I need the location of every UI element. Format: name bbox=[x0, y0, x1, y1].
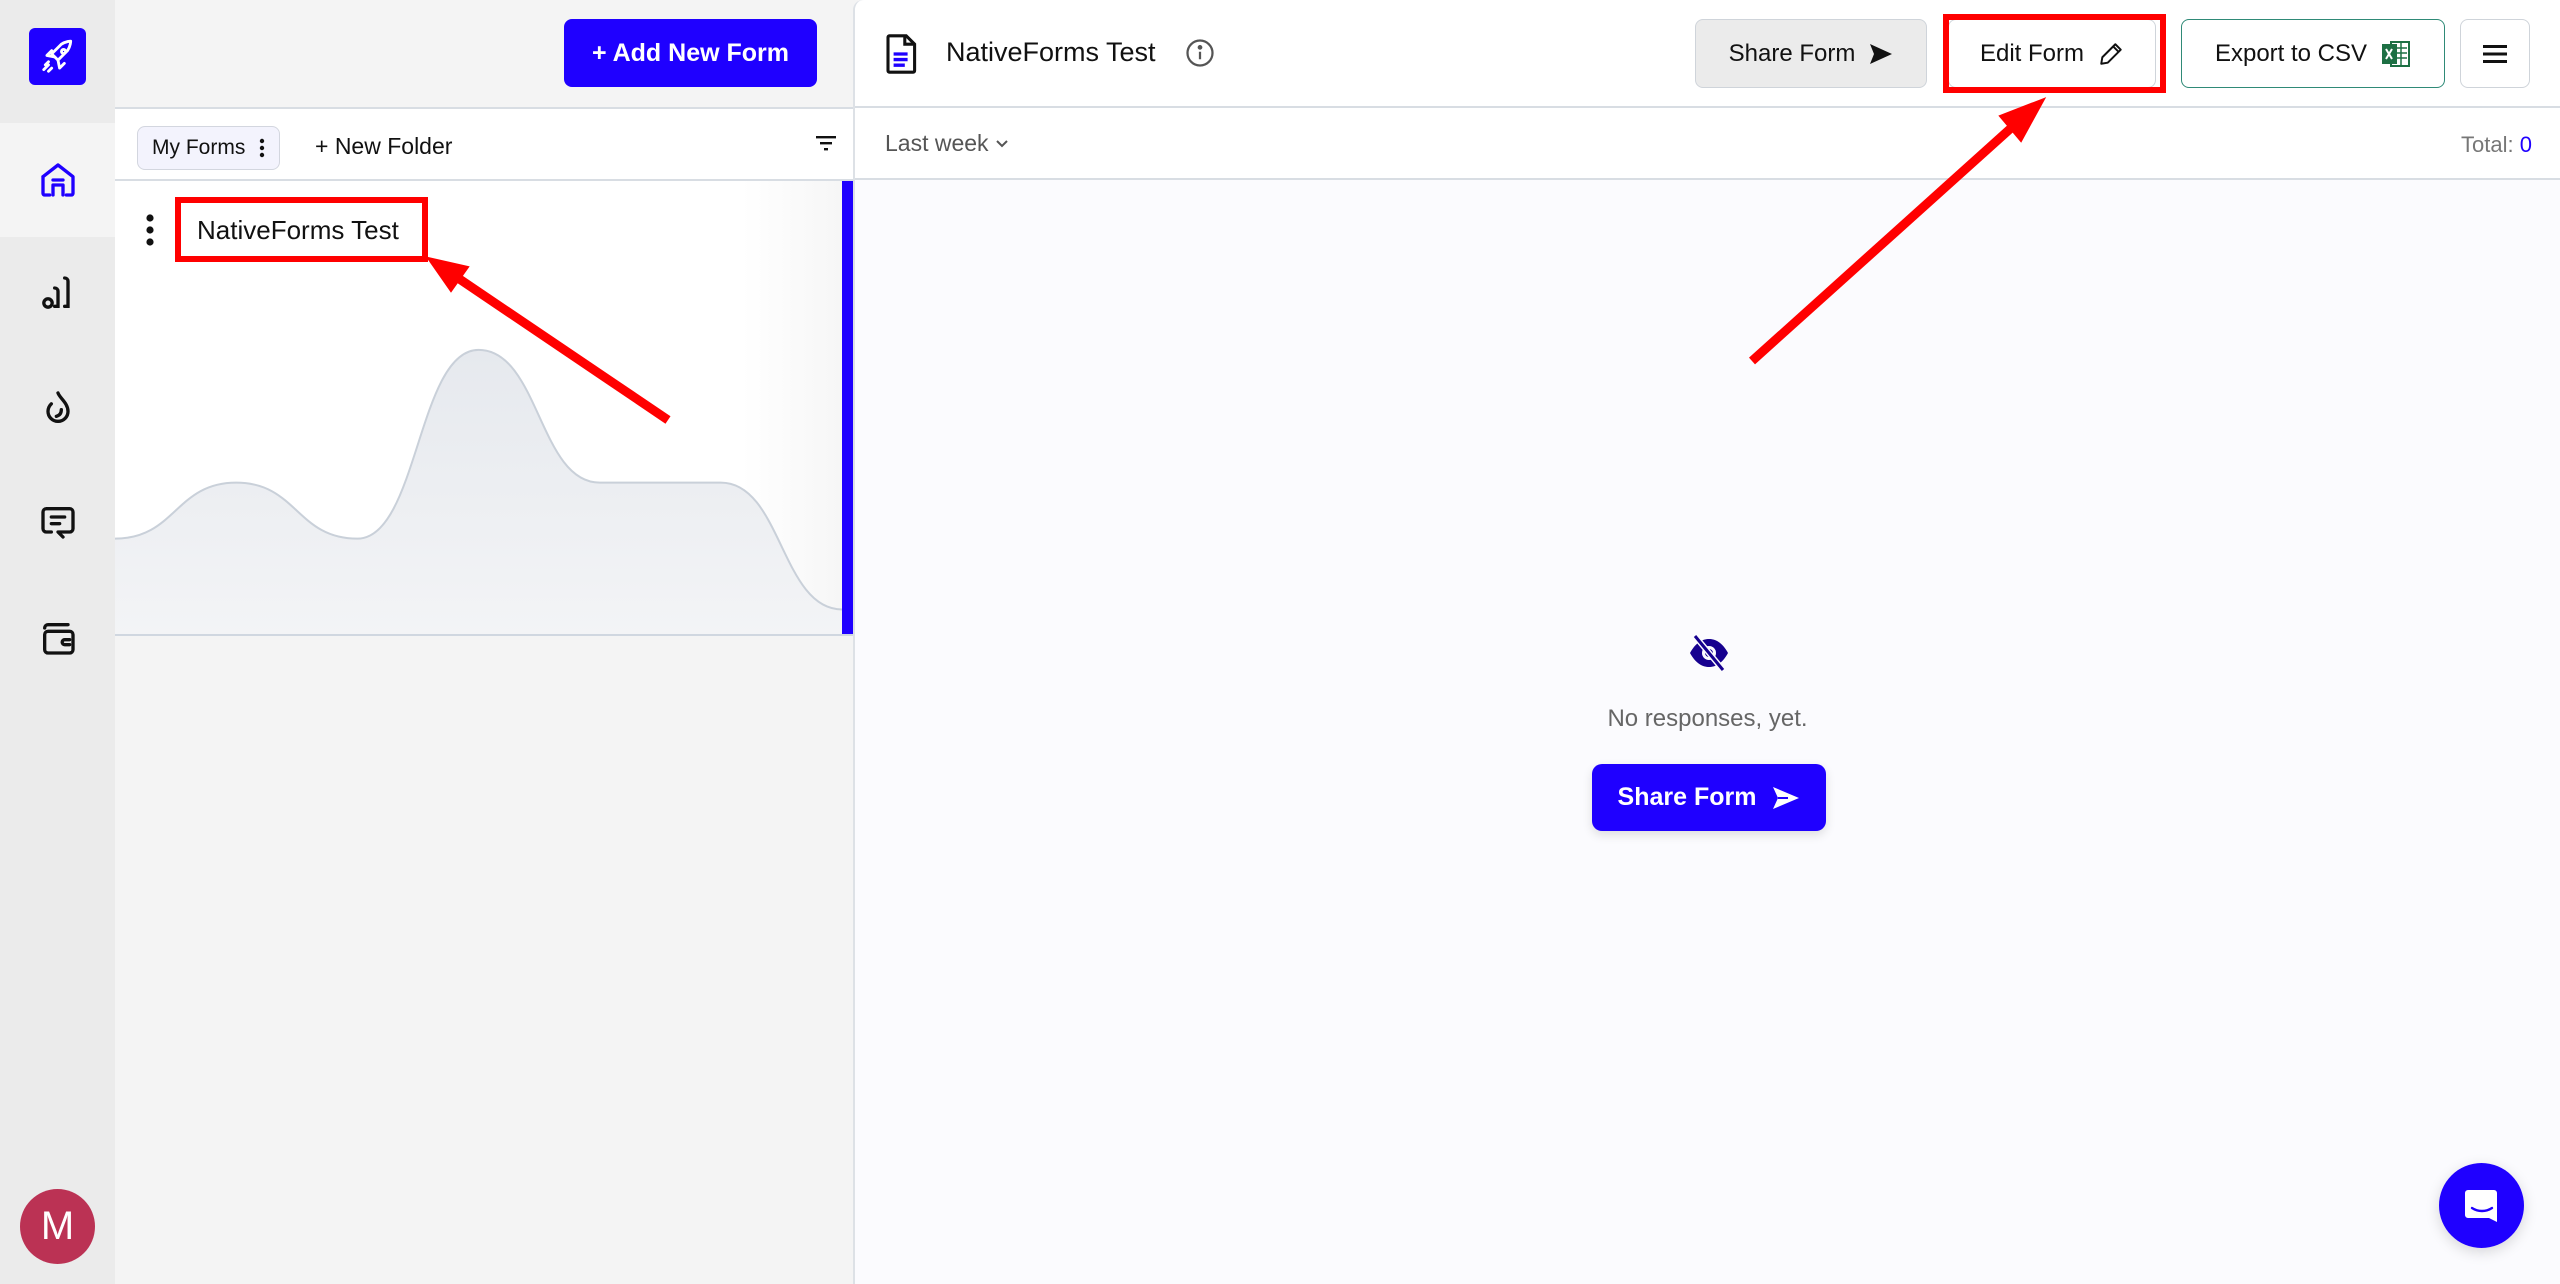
analytics-icon bbox=[41, 276, 70, 309]
date-range-dropdown[interactable]: Last week bbox=[885, 130, 1009, 157]
kebab-menu-icon[interactable] bbox=[259, 138, 265, 158]
sidebar: M bbox=[0, 0, 115, 1284]
info-icon[interactable] bbox=[1185, 38, 1215, 68]
drop-icon bbox=[45, 391, 70, 423]
share-form-label: Share Form bbox=[1728, 39, 1856, 67]
share-form-button[interactable]: Share Form bbox=[1695, 19, 1927, 88]
home-icon bbox=[40, 163, 75, 197]
export-csv-button[interactable]: Export to CSV bbox=[2181, 19, 2445, 88]
sidebar-item-home[interactable] bbox=[0, 123, 115, 237]
form-title: NativeForms Test bbox=[946, 37, 1156, 67]
total-label: Total: bbox=[2461, 132, 2514, 157]
share-cta-label: Share Form bbox=[1617, 783, 1757, 811]
form-header: NativeForms Test Share Form Edit Form Ex… bbox=[855, 0, 2560, 108]
eye-off-icon bbox=[1690, 634, 1728, 672]
send-icon bbox=[1773, 786, 1800, 809]
rocket-icon bbox=[41, 39, 72, 73]
total-value: 0 bbox=[2519, 132, 2532, 157]
folder-chip-my-forms[interactable]: My Forms bbox=[137, 126, 281, 170]
sidebar-item-messages[interactable] bbox=[0, 465, 115, 579]
folder-bar: My Forms + New Folder bbox=[115, 107, 853, 181]
sidebar-item-integrations[interactable] bbox=[0, 351, 115, 465]
form-detail-panel: NativeForms Test Share Form Edit Form Ex… bbox=[853, 0, 2560, 1284]
form-sparkline bbox=[115, 348, 843, 634]
share-form-cta-button[interactable]: Share Form bbox=[1592, 764, 1826, 831]
sparkline-area bbox=[115, 349, 842, 634]
sidebar-item-analytics[interactable] bbox=[0, 236, 115, 350]
selected-accent-bar bbox=[842, 181, 853, 634]
kebab-menu-icon[interactable] bbox=[145, 213, 155, 247]
logo[interactable] bbox=[29, 28, 86, 85]
edit-form-button[interactable]: Edit Form bbox=[1948, 19, 2156, 88]
hamburger-icon bbox=[2483, 44, 2507, 63]
avatar-initial: M bbox=[40, 1204, 75, 1248]
menu-button[interactable] bbox=[2460, 19, 2530, 88]
new-folder-button[interactable]: + New Folder bbox=[315, 133, 452, 160]
message-icon bbox=[40, 507, 75, 539]
sidebar-item-billing[interactable] bbox=[0, 581, 115, 695]
edit-form-label: Edit Form bbox=[1979, 39, 2084, 67]
wallet-icon bbox=[42, 623, 75, 655]
send-icon bbox=[1870, 43, 1893, 64]
document-icon bbox=[886, 34, 917, 74]
filter-icon[interactable] bbox=[815, 133, 837, 153]
export-csv-label: Export to CSV bbox=[2214, 39, 2368, 67]
empty-state-text: No responses, yet. bbox=[1607, 705, 1808, 732]
filter-bar: Last week Total: 0 bbox=[855, 108, 2560, 180]
chat-widget-button[interactable] bbox=[2439, 1163, 2524, 1248]
pencil-icon bbox=[2100, 42, 2122, 65]
total-count: Total: 0 bbox=[2461, 132, 2532, 158]
excel-icon bbox=[2382, 40, 2411, 67]
form-card-title[interactable]: NativeForms Test bbox=[197, 215, 399, 246]
form-list-panel: + Add New Form My Forms + New Folder Nat… bbox=[115, 0, 853, 1284]
avatar[interactable]: M bbox=[20, 1189, 95, 1264]
chat-icon bbox=[2464, 1189, 2497, 1222]
date-range-label: Last week bbox=[885, 130, 989, 156]
chevron-down-icon bbox=[995, 139, 1008, 147]
form-card[interactable]: NativeForms Test bbox=[115, 181, 853, 636]
folder-chip-label: My Forms bbox=[152, 136, 246, 159]
add-new-form-button[interactable]: + Add New Form bbox=[564, 19, 817, 87]
